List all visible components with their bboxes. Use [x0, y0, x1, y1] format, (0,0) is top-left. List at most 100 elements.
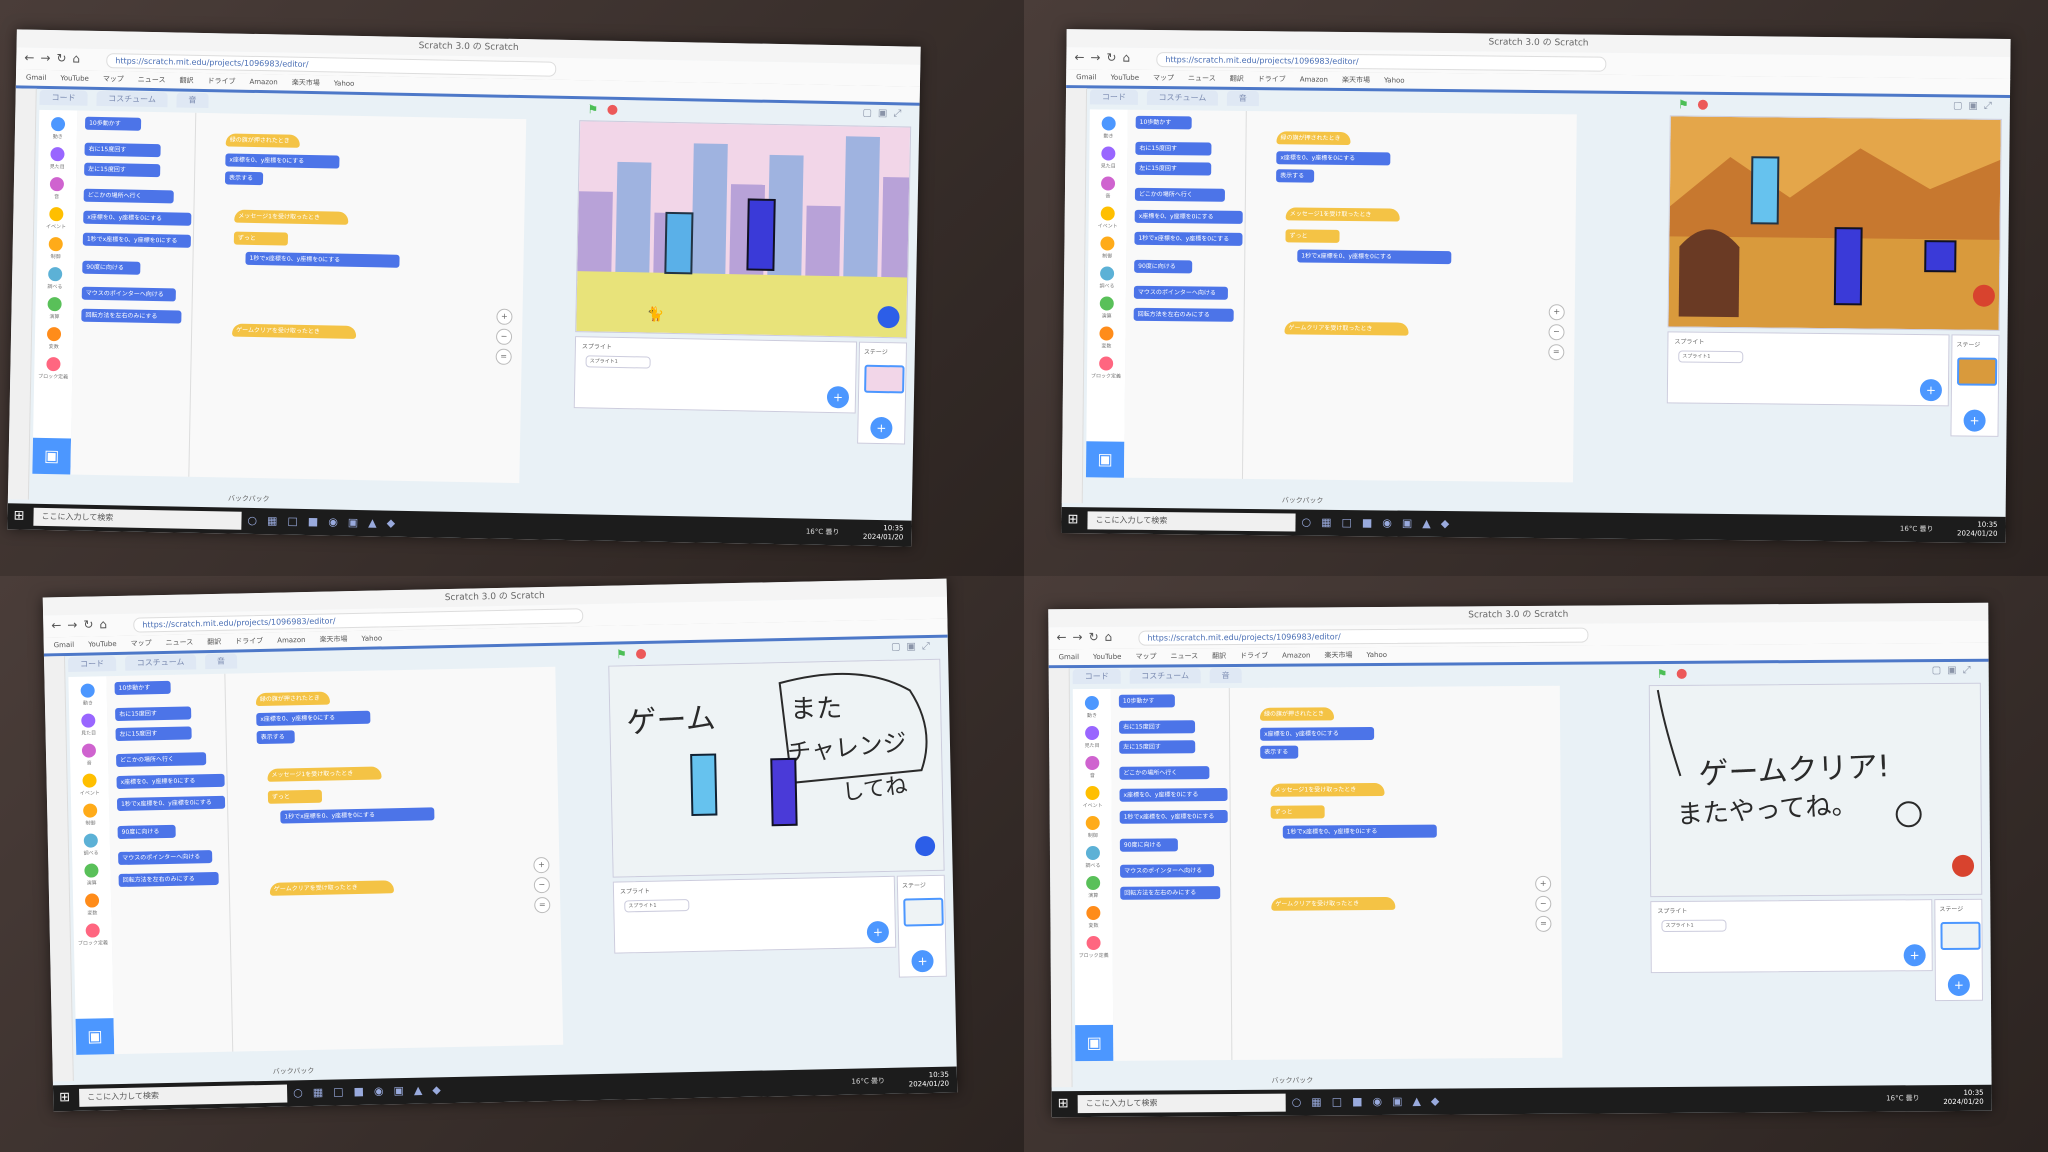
bookmark-item[interactable]: 楽天市場: [319, 635, 347, 644]
green-flag-icon[interactable]: ⚑: [587, 102, 598, 116]
category-dot-icon[interactable]: [1099, 296, 1114, 311]
palette-block[interactable]: 90度に向ける: [117, 824, 176, 840]
category-dot-icon[interactable]: [1085, 755, 1100, 771]
palette-block[interactable]: マウスのポインターへ向ける: [81, 286, 176, 302]
bookmark-item[interactable]: Gmail: [1076, 73, 1097, 81]
script-block[interactable]: 緑の旗が押されたとき: [1276, 131, 1351, 146]
palette-block[interactable]: 回転方法を左右のみにする: [118, 871, 219, 887]
category-dot-icon[interactable]: [81, 743, 97, 758]
script-block[interactable]: 緑の旗が押されたとき: [225, 133, 300, 148]
palette-block[interactable]: 左に15度回す: [1135, 161, 1212, 176]
category-dot-icon[interactable]: [84, 893, 100, 908]
category-dot-icon[interactable]: [1084, 695, 1099, 711]
taskbar-search[interactable]: ここに入力して検索: [33, 507, 242, 530]
zoom-in-icon[interactable]: +: [496, 308, 513, 325]
bookmark-item[interactable]: Amazon: [1282, 651, 1310, 659]
zoom-in-icon[interactable]: +: [1535, 875, 1552, 892]
palette-block[interactable]: 90度に向ける: [82, 260, 141, 275]
palette-block[interactable]: 左に15度回す: [115, 726, 192, 742]
palette-block[interactable]: 90度に向ける: [1119, 838, 1178, 852]
category-dot-icon[interactable]: [1100, 206, 1115, 221]
add-extension-button[interactable]: ▣: [75, 1018, 115, 1055]
script-block[interactable]: ずっと: [233, 231, 289, 246]
zoom-out-icon[interactable]: −: [495, 328, 513, 345]
bookmark-item[interactable]: マップ: [131, 639, 152, 647]
nav-arrows-icon[interactable]: ←→↻⌂: [1074, 50, 1136, 65]
stage-canvas[interactable]: ゲーム また チャレンジ してね: [608, 658, 945, 878]
code-workspace[interactable]: + − = 緑の旗が押されたとき x座標を0、y座標を0にする 表示する メッセージ1…: [1228, 685, 1563, 1061]
palette-block[interactable]: 左に15度回す: [1119, 740, 1196, 754]
stop-icon[interactable]: [607, 104, 618, 115]
tab-code[interactable]: コード: [1089, 89, 1139, 105]
palette-block[interactable]: 右に15度回す: [1119, 720, 1196, 734]
palette-block[interactable]: マウスのポインターへ向ける: [1120, 864, 1215, 878]
tab-costumes[interactable]: コスチューム: [1146, 89, 1219, 106]
windows-start-icon[interactable]: ⊞: [1058, 1096, 1069, 1111]
script-block[interactable]: ずっと: [1285, 229, 1340, 243]
taskbar-app-icons[interactable]: ○▦□■◉▣▲◆: [1301, 516, 1459, 531]
stage-canvas[interactable]: ゲームクリア! またやってね。: [1648, 682, 1983, 898]
tab-sounds[interactable]: 音: [204, 653, 238, 670]
zoom-reset-icon[interactable]: =: [1548, 344, 1565, 361]
windows-start-icon[interactable]: ⊞: [59, 1090, 70, 1105]
category-dot-icon[interactable]: [50, 147, 65, 162]
zoom-reset-icon[interactable]: =: [534, 896, 551, 914]
palette-block[interactable]: 右に15度回す: [84, 142, 161, 158]
palette-block[interactable]: 右に15度回す: [115, 706, 192, 722]
category-dot-icon[interactable]: [1100, 176, 1116, 191]
script-block[interactable]: x座標を0、y座標を0にする: [225, 153, 340, 169]
bookmark-item[interactable]: Yahoo: [1384, 76, 1405, 84]
script-block[interactable]: 緑の旗が押されたとき: [1259, 707, 1335, 721]
category-dot-icon[interactable]: [1085, 815, 1100, 831]
stop-icon[interactable]: [1676, 668, 1687, 679]
bookmark-item[interactable]: YouTube: [1111, 74, 1140, 82]
category-dot-icon[interactable]: [49, 177, 65, 192]
script-block[interactable]: x座標を0、y座標を0にする: [1260, 727, 1375, 741]
category-dot-icon[interactable]: [47, 297, 62, 312]
bookmark-item[interactable]: ドライブ: [1258, 75, 1286, 83]
bookmark-item[interactable]: Gmail: [54, 641, 75, 649]
backpack-label[interactable]: バックパック: [228, 494, 270, 505]
category-dot-icon[interactable]: [46, 327, 62, 342]
palette-block[interactable]: x座標を0、y座標を0にする: [1134, 209, 1243, 224]
stage-size-icons[interactable]: ▢▣⤢: [862, 108, 907, 120]
category-dot-icon[interactable]: [1086, 905, 1101, 921]
palette-block[interactable]: どこかの場所へ行く: [1134, 187, 1226, 202]
stage-canvas[interactable]: 🐈: [575, 120, 912, 339]
palette-block[interactable]: 1秒でx座標を0、y座標を0にする: [1119, 810, 1228, 824]
script-block[interactable]: ゲームクリアを受け取ったとき: [1271, 896, 1396, 911]
stage-canvas[interactable]: [1667, 115, 2002, 331]
tab-costumes[interactable]: コスチューム: [95, 90, 169, 108]
taskbar-app-icons[interactable]: ○▦□■◉▣▲◆: [293, 1083, 451, 1099]
nav-arrows-icon[interactable]: ←→↻⌂: [24, 51, 86, 66]
script-block[interactable]: 表示する: [1276, 169, 1315, 183]
category-dot-icon[interactable]: [1100, 236, 1115, 251]
palette-block[interactable]: 90度に向ける: [1134, 259, 1193, 274]
category-dot-icon[interactable]: [81, 713, 96, 728]
add-extension-button[interactable]: ▣: [1085, 441, 1125, 478]
palette-block[interactable]: 10歩動かす: [1135, 115, 1192, 130]
stage-selector[interactable]: ステージ +: [896, 874, 947, 978]
sprite-name-field[interactable]: スプライト1: [585, 355, 651, 369]
palette-block[interactable]: 1秒でx座標を0、y座標を0にする: [1134, 231, 1243, 246]
sprite-name-field[interactable]: スプライト1: [1661, 919, 1727, 933]
tab-costumes[interactable]: コスチューム: [1129, 668, 1202, 684]
category-dot-icon[interactable]: [1101, 116, 1116, 131]
tab-costumes[interactable]: コスチューム: [124, 654, 197, 671]
stage-selector[interactable]: ステージ +: [1934, 898, 1983, 1002]
add-sprite-icon[interactable]: +: [826, 385, 850, 409]
palette-block[interactable]: 回転方法を左右のみにする: [1133, 307, 1234, 322]
bookmark-item[interactable]: YouTube: [60, 74, 89, 83]
zoom-reset-icon[interactable]: =: [1535, 915, 1552, 932]
code-workspace[interactable]: + − = 緑の旗が押されたとき x座標を0、y座標を0にする 表示する メッセージ1…: [188, 112, 527, 484]
bookmark-item[interactable]: ニュース: [1170, 652, 1198, 660]
taskbar-app-icons[interactable]: ○▦□■◉▣▲◆: [247, 514, 405, 530]
stage-size-icons[interactable]: ▢▣⤢: [1953, 100, 1998, 111]
backdrop-thumbnail[interactable]: [1956, 357, 1998, 386]
add-backdrop-icon[interactable]: +: [870, 416, 893, 440]
backdrop-thumbnail[interactable]: [1940, 921, 1981, 951]
bookmark-item[interactable]: マップ: [103, 75, 124, 83]
backdrop-thumbnail[interactable]: [903, 897, 944, 927]
bookmark-item[interactable]: ニュース: [166, 638, 194, 647]
script-block[interactable]: メッセージ1を受け取ったとき: [1270, 782, 1385, 797]
